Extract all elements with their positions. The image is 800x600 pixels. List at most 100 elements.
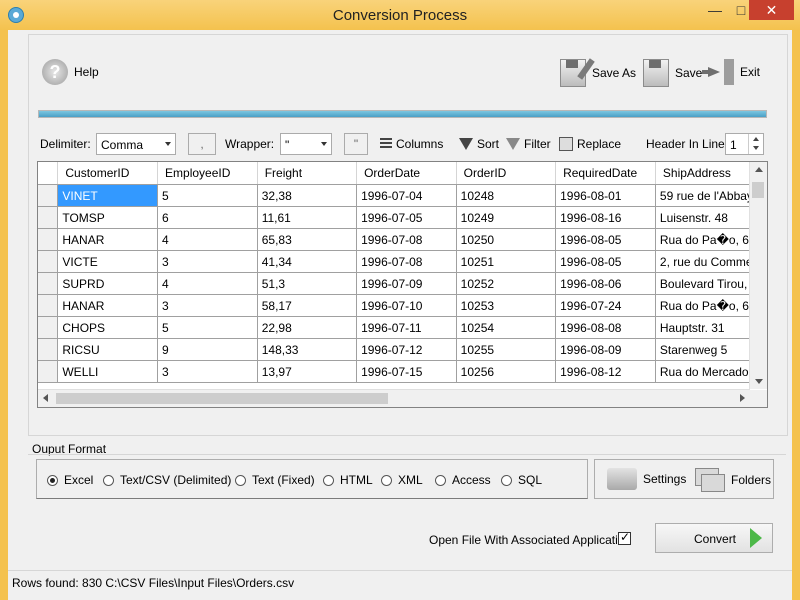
columns-button[interactable]: Columns [380, 133, 443, 155]
table-cell[interactable]: 22,98 [257, 316, 358, 339]
wrapper-char-field[interactable]: " [344, 133, 368, 155]
table-row[interactable]: VINET 5 32,38 1996-07-04 10248 1996-08-01 59 r… [38, 184, 767, 207]
format-radio[interactable]: Text (Fixed) [235, 473, 315, 487]
table-cell[interactable]: 10249 [456, 206, 557, 229]
table-cell[interactable]: 1996-08-16 [555, 206, 656, 229]
table-cell[interactable]: 1996-08-12 [555, 360, 656, 383]
table-cell[interactable]: HANAR [57, 294, 159, 317]
table-cell[interactable]: 1996-07-11 [356, 316, 457, 339]
table-cell[interactable]: 10255 [456, 338, 557, 361]
table-cell[interactable]: 10254 [456, 316, 557, 339]
row-header[interactable] [38, 360, 59, 383]
delimiter-char-field[interactable]: , [188, 133, 216, 155]
table-cell[interactable]: 5 [157, 184, 258, 207]
format-radio[interactable]: HTML [323, 473, 373, 487]
vertical-scrollbar[interactable] [749, 162, 767, 389]
table-cell[interactable]: 148,33 [257, 338, 358, 361]
table-row[interactable]: RICSU 9 148,33 1996-07-12 10255 1996-08-09 Sta… [38, 338, 767, 361]
table-row[interactable]: CHOPS 5 22,98 1996-07-11 10254 1996-08-08 Haup… [38, 316, 767, 339]
row-header[interactable] [38, 316, 59, 339]
table-cell[interactable]: 1996-07-15 [356, 360, 457, 383]
minimize-icon[interactable]: — [702, 0, 728, 20]
radio-indicator[interactable] [323, 474, 334, 486]
table-cell[interactable]: 1996-07-09 [356, 272, 457, 295]
table-cell[interactable]: 32,38 [257, 184, 358, 207]
row-header[interactable] [38, 272, 59, 295]
sort-button[interactable]: Sort [459, 133, 499, 155]
scroll-right-icon[interactable] [740, 394, 745, 402]
table-row[interactable]: VICTE 3 41,34 1996-07-08 10251 1996-08-05 2, r… [38, 250, 767, 273]
table-cell[interactable]: 1996-08-08 [555, 316, 656, 339]
row-header[interactable] [38, 294, 59, 317]
table-cell[interactable]: 3 [157, 250, 258, 273]
table-cell[interactable]: 51,3 [257, 272, 358, 295]
format-radio[interactable]: XML [381, 473, 423, 487]
radio-indicator[interactable] [235, 474, 246, 486]
table-cell[interactable]: 11,61 [257, 206, 358, 229]
horizontal-scroll-thumb[interactable] [56, 393, 388, 404]
replace-button[interactable]: Replace [559, 133, 621, 155]
header-in-line-stepper[interactable]: 1 [725, 133, 764, 155]
delimiter-select[interactable]: Comma [96, 133, 176, 155]
format-radio[interactable]: SQL [501, 473, 542, 487]
table-cell[interactable]: WELLI [57, 360, 159, 383]
table-cell[interactable]: 3 [157, 294, 258, 317]
table-cell[interactable]: 65,83 [257, 228, 358, 251]
scroll-left-icon[interactable] [43, 394, 48, 402]
table-cell[interactable]: 10248 [456, 184, 557, 207]
table-cell[interactable]: 1996-07-10 [356, 294, 457, 317]
help-button[interactable]: ? Help [42, 59, 99, 85]
table-cell[interactable]: VICTE [57, 250, 159, 273]
vertical-scroll-thumb[interactable] [752, 182, 764, 198]
table-row[interactable]: HANAR 4 65,83 1996-07-08 10250 1996-08-05 Rua … [38, 228, 767, 251]
table-cell[interactable]: 4 [157, 272, 258, 295]
radio-indicator[interactable] [47, 474, 58, 486]
table-cell[interactable]: 1996-07-04 [356, 184, 457, 207]
stepper-up-icon[interactable] [753, 137, 759, 141]
column-header[interactable]: OrderDate [356, 162, 457, 185]
row-header[interactable] [38, 206, 59, 229]
folders-button[interactable]: Folders [695, 468, 771, 492]
table-cell[interactable]: 58,17 [257, 294, 358, 317]
column-header[interactable]: RequiredDate [555, 162, 656, 185]
table-cell[interactable]: 1996-08-09 [555, 338, 656, 361]
table-cell[interactable]: VINET [57, 184, 159, 207]
table-cell[interactable]: TOMSP [57, 206, 159, 229]
column-header[interactable]: Freight [257, 162, 358, 185]
scroll-down-icon[interactable] [755, 379, 763, 384]
column-header[interactable]: EmployeeID [157, 162, 258, 185]
table-cell[interactable]: 5 [157, 316, 258, 339]
table-cell[interactable]: 1996-08-06 [555, 272, 656, 295]
format-radio[interactable]: Text/CSV (Delimited) [103, 473, 231, 487]
column-header[interactable]: OrderID [456, 162, 557, 185]
row-header[interactable] [38, 228, 59, 251]
table-cell[interactable]: 1996-08-01 [555, 184, 656, 207]
scroll-up-icon[interactable] [755, 167, 763, 172]
convert-button[interactable]: Convert [655, 523, 773, 553]
open-file-checkbox[interactable] [618, 530, 631, 545]
table-cell[interactable]: 10253 [456, 294, 557, 317]
row-header[interactable] [38, 338, 59, 361]
table-cell[interactable]: 1996-07-24 [555, 294, 656, 317]
table-row[interactable]: WELLI 3 13,97 1996-07-15 10256 1996-08-12 Rua … [38, 360, 767, 383]
table-cell[interactable]: 1996-07-05 [356, 206, 457, 229]
table-row[interactable]: HANAR 3 58,17 1996-07-10 10253 1996-07-24 Rua … [38, 294, 767, 317]
table-cell[interactable]: 10256 [456, 360, 557, 383]
radio-indicator[interactable] [381, 474, 392, 486]
stepper-down-icon[interactable] [753, 146, 759, 150]
table-cell[interactable]: 9 [157, 338, 258, 361]
exit-button[interactable]: Exit [702, 59, 760, 85]
format-radio[interactable]: Access [435, 473, 491, 487]
save-button[interactable]: Save [643, 59, 702, 87]
column-header[interactable]: CustomerID [57, 162, 159, 185]
data-grid[interactable]: CustomerID EmployeeID Freight OrderDate Orde… [37, 161, 768, 408]
radio-indicator[interactable] [435, 474, 446, 486]
format-radio[interactable]: Excel [47, 473, 93, 487]
table-cell[interactable]: 1996-07-08 [356, 250, 457, 273]
table-cell[interactable]: 6 [157, 206, 258, 229]
table-cell[interactable]: CHOPS [57, 316, 159, 339]
table-cell[interactable]: HANAR [57, 228, 159, 251]
table-row[interactable]: SUPRD 4 51,3 1996-07-09 10252 1996-08-06 Boule… [38, 272, 767, 295]
filter-button[interactable]: Filter [506, 133, 551, 155]
save-as-button[interactable]: Save As [560, 58, 636, 87]
